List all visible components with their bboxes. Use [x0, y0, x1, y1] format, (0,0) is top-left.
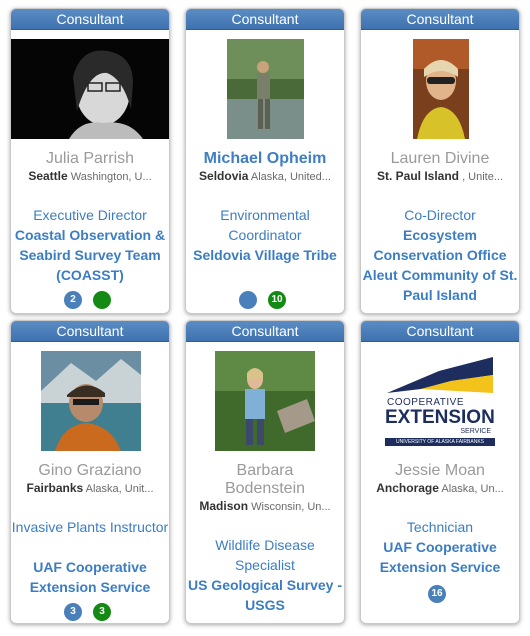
- profile-photo[interactable]: [227, 39, 304, 139]
- location-detail: Washington, U...: [70, 171, 152, 183]
- profile-card-julia-parrish[interactable]: Consultant Julia Parrish Seattle Washing…: [10, 8, 170, 314]
- location-city: Seldovia: [199, 169, 249, 183]
- profile-card-gino-graziano[interactable]: Consultant Gino Graziano Fairbanks Alask…: [10, 320, 170, 624]
- profile-photo[interactable]: [413, 39, 469, 139]
- count-badge[interactable]: 2: [64, 291, 82, 309]
- profile-photo[interactable]: [11, 39, 169, 139]
- location-city: St. Paul Island: [376, 169, 459, 183]
- organization-name[interactable]: UAF Cooperative Extension Service: [361, 537, 519, 577]
- count-badge[interactable]: 3: [93, 603, 111, 621]
- job-title[interactable]: Wildlife Disease Specialist: [186, 535, 344, 575]
- person-name[interactable]: Barbara Bodenstein: [195, 462, 335, 498]
- count-badge[interactable]: 16: [428, 585, 446, 603]
- location-city: Fairbanks: [26, 481, 84, 495]
- card-header: Consultant: [11, 321, 169, 342]
- person-name[interactable]: Jessie Moan: [361, 462, 519, 480]
- person-name[interactable]: Michael Opheim: [186, 150, 344, 168]
- person-name[interactable]: Gino Graziano: [11, 462, 169, 480]
- person-location: St. Paul Island , Unite...: [365, 169, 515, 183]
- count-badge[interactable]: [93, 291, 111, 309]
- location-detail: Alaska, Unit...: [85, 483, 154, 495]
- location-city: Anchorage: [376, 481, 439, 495]
- profile-card-barbara-bodenstein[interactable]: Consultant Barbara Bodenstein Madison Wi…: [185, 320, 345, 624]
- person-location: Seldovia Alaska, United...: [190, 169, 340, 183]
- profile-photo[interactable]: [41, 351, 141, 451]
- person-location: Madison Wisconsin, Un...: [190, 499, 340, 513]
- logo-text-university: UNIVERSITY OF ALASKA FAIRBANKS: [385, 438, 495, 446]
- card-header: Consultant: [186, 9, 344, 30]
- organization-name[interactable]: US Geological Survey - USGS: [186, 575, 344, 615]
- job-title[interactable]: Executive Director: [11, 205, 169, 225]
- profile-photo[interactable]: [215, 351, 315, 451]
- location-detail: Alaska, Un...: [441, 483, 504, 495]
- location-city: Seattle: [28, 169, 68, 183]
- card-header: Consultant: [361, 9, 519, 30]
- card-header: Consultant: [186, 321, 344, 342]
- person-location: Fairbanks Alaska, Unit...: [15, 481, 165, 495]
- profile-card-michael-opheim[interactable]: Consultant Michael Opheim Seldovia Alask…: [185, 8, 345, 314]
- count-badge[interactable]: [239, 291, 257, 309]
- organization-logo[interactable]: COOPERATIVE EXTENSION SERVICE UNIVERSITY…: [381, 355, 499, 451]
- count-badge[interactable]: 3: [64, 603, 82, 621]
- organization-name[interactable]: Seldovia Village Tribe: [186, 245, 344, 265]
- card-header: Consultant: [361, 321, 519, 342]
- job-title[interactable]: Invasive Plants Instructor: [11, 517, 169, 537]
- location-detail: , Unite...: [462, 171, 504, 183]
- job-title[interactable]: Co-Director: [361, 205, 519, 225]
- profile-card-jessie-moan[interactable]: Consultant COOPERATIVE EXTENSION SERVICE…: [360, 320, 520, 624]
- count-badge[interactable]: 10: [268, 291, 286, 309]
- organization-name[interactable]: UAF Cooperative Extension Service: [11, 557, 169, 597]
- person-location: Anchorage Alaska, Un...: [365, 481, 515, 495]
- job-title[interactable]: Environmental Coordinator: [186, 205, 344, 245]
- card-header: Consultant: [11, 9, 169, 30]
- person-name[interactable]: Julia Parrish: [11, 150, 169, 168]
- location-detail: Alaska, United...: [250, 171, 331, 183]
- job-title[interactable]: Technician: [361, 517, 519, 537]
- person-name[interactable]: Lauren Divine: [361, 150, 519, 168]
- organization-name[interactable]: Coastal Observation & Seabird Survey Tea…: [11, 225, 169, 285]
- organization-name[interactable]: Ecosystem Conservation Office Aleut Comm…: [361, 225, 519, 305]
- logo-text-extension: EXTENSION: [385, 407, 495, 428]
- location-detail: Wisconsin, Un...: [251, 501, 331, 513]
- logo-text-service: SERVICE: [460, 428, 491, 435]
- person-location: Seattle Washington, U...: [15, 169, 165, 183]
- location-city: Madison: [199, 499, 249, 513]
- profile-card-lauren-divine[interactable]: Consultant Lauren Divine St. Paul Island…: [360, 8, 520, 314]
